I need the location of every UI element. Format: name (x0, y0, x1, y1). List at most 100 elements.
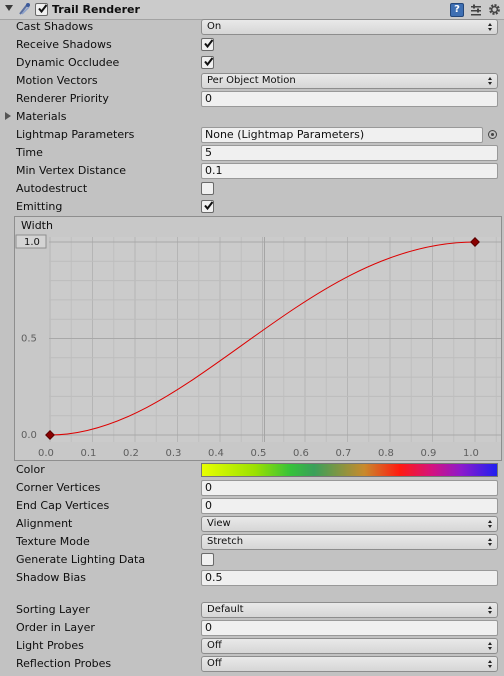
component-enabled-checkbox[interactable] (35, 3, 48, 16)
x-tick-label: 0.2 (123, 448, 139, 459)
order-in-layer-label: Order in Layer (16, 621, 95, 634)
collapse-arrow-icon[interactable] (5, 5, 13, 11)
min-vertex-distance-row: Min Vertex Distance 0.1 (0, 162, 504, 180)
autodestruct-label: Autodestruct (16, 182, 88, 195)
light-probes-value: Off (207, 640, 222, 651)
materials-label[interactable]: Materials (16, 110, 66, 123)
light-probes-label: Light Probes (16, 639, 84, 652)
dropdown-arrow-icon (488, 520, 493, 528)
end-cap-vertices-label: End Cap Vertices (16, 499, 110, 512)
light-probes-dropdown[interactable]: Off (201, 638, 498, 654)
x-tick-label: 0.4 (208, 448, 224, 459)
texture-mode-label: Texture Mode (16, 535, 90, 548)
order-in-layer-field[interactable]: 0 (201, 620, 498, 636)
checkmark-icon (204, 57, 214, 67)
x-tick-label: 0.9 (421, 448, 437, 459)
receive-shadows-label: Receive Shadows (16, 38, 112, 51)
dropdown-arrow-icon (488, 642, 493, 650)
alignment-row: Alignment View (0, 515, 504, 533)
component-header: Trail Renderer ? (0, 0, 504, 20)
lightmap-parameters-row: Lightmap Parameters None (Lightmap Param… (0, 126, 504, 144)
generate-lighting-data-label: Generate Lighting Data (16, 553, 146, 566)
width-curve-chart[interactable]: 0.0 0.5 1.0 0.0 0.1 0.2 0.3 0.4 0.5 0.6 0.7 0.8 0.9 1… (15, 217, 501, 460)
sorting-layer-dropdown[interactable]: Default (201, 602, 498, 618)
generate-lighting-data-checkbox[interactable] (201, 553, 214, 566)
sorting-layer-row: Sorting Layer Default (0, 601, 504, 619)
foldout-arrow-icon[interactable] (5, 112, 11, 120)
min-vertex-distance-field[interactable]: 0.1 (201, 163, 498, 179)
x-tick-label: 0.1 (81, 448, 97, 459)
y-tick-label: 0.0 (21, 430, 37, 441)
motion-vectors-dropdown[interactable]: Per Object Motion (201, 73, 498, 89)
x-tick-label: 0.7 (336, 448, 352, 459)
corner-vertices-label: Corner Vertices (16, 481, 101, 494)
emitting-label: Emitting (16, 200, 63, 213)
checkmark-icon (204, 39, 214, 49)
texture-mode-row: Texture Mode Stretch (0, 533, 504, 551)
alignment-dropdown[interactable]: View (201, 516, 498, 532)
reflection-probes-row: Reflection Probes Off (0, 655, 504, 673)
min-vertex-distance-label: Min Vertex Distance (16, 164, 126, 177)
x-tick-label: 0.0 (38, 448, 54, 459)
dropdown-arrow-icon (488, 23, 493, 31)
texture-mode-value: Stretch (207, 536, 244, 547)
cast-shadows-dropdown[interactable]: On (201, 19, 498, 35)
motion-vectors-row: Motion Vectors Per Object Motion (0, 72, 504, 90)
plot-area (49, 237, 501, 442)
color-row: Color (0, 461, 504, 479)
renderer-priority-field[interactable]: 0 (201, 91, 498, 107)
generate-lighting-data-row: Generate Lighting Data (0, 551, 504, 569)
lightmap-parameters-field[interactable]: None (Lightmap Parameters) (201, 127, 483, 143)
autodestruct-row: Autodestruct (0, 180, 504, 198)
cast-shadows-label: Cast Shadows (16, 20, 94, 33)
dropdown-arrow-icon (488, 660, 493, 668)
emitting-row: Emitting (0, 198, 504, 216)
cast-shadows-row: Cast Shadows On (0, 18, 504, 36)
reflection-probes-dropdown[interactable]: Off (201, 656, 498, 672)
sorting-layer-label: Sorting Layer (16, 603, 90, 616)
width-curve-editor[interactable]: Width 0.0 0.5 1.0 0.0 0.1 0.2 0.3 0.4 0.5 0.6 0.7 0… (14, 216, 502, 461)
lightmap-parameters-label: Lightmap Parameters (16, 128, 135, 141)
reflection-probes-label: Reflection Probes (16, 657, 112, 670)
color-label: Color (16, 463, 45, 476)
autodestruct-checkbox[interactable] (201, 182, 214, 195)
x-tick-label: 1.0 (463, 448, 479, 459)
trail-renderer-icon (19, 3, 30, 15)
receive-shadows-row: Receive Shadows (0, 36, 504, 54)
light-probes-row: Light Probes Off (0, 637, 504, 655)
dropdown-arrow-icon (488, 606, 493, 614)
shadow-bias-label: Shadow Bias (16, 571, 86, 584)
sorting-layer-value: Default (207, 604, 244, 615)
help-icon[interactable]: ? (450, 3, 464, 17)
corner-vertices-field[interactable]: 0 (201, 480, 498, 496)
alignment-label: Alignment (16, 517, 73, 530)
x-tick-label: 0.8 (378, 448, 394, 459)
y-tick-label: 0.5 (21, 334, 37, 345)
end-cap-vertices-field[interactable]: 0 (201, 498, 498, 514)
dynamic-occludee-label: Dynamic Occludee (16, 56, 120, 69)
materials-row[interactable]: Materials (0, 108, 504, 126)
renderer-priority-row: Renderer Priority 0 (0, 90, 504, 108)
reflection-probes-value: Off (207, 658, 222, 669)
texture-mode-dropdown[interactable]: Stretch (201, 534, 498, 550)
shadow-bias-field[interactable]: 0.5 (201, 570, 498, 586)
object-picker-icon[interactable] (488, 130, 497, 139)
gear-icon[interactable] (487, 2, 502, 17)
x-tick-label: 0.6 (293, 448, 309, 459)
dynamic-occludee-checkbox[interactable] (201, 56, 214, 69)
time-field[interactable]: 5 (201, 145, 498, 161)
preset-icon[interactable] (469, 3, 483, 17)
shadow-bias-row: Shadow Bias 0.5 (0, 569, 504, 587)
renderer-priority-label: Renderer Priority (16, 92, 109, 105)
dynamic-occludee-row: Dynamic Occludee (0, 54, 504, 72)
order-in-layer-row: Order in Layer 0 (0, 619, 504, 637)
color-gradient-field[interactable] (201, 463, 498, 477)
x-tick-label: 0.3 (166, 448, 182, 459)
dropdown-arrow-icon (488, 538, 493, 546)
time-label: Time (16, 146, 43, 159)
emitting-checkbox[interactable] (201, 200, 214, 213)
motion-vectors-value: Per Object Motion (207, 75, 296, 86)
motion-vectors-label: Motion Vectors (16, 74, 98, 87)
receive-shadows-checkbox[interactable] (201, 38, 214, 51)
checkmark-icon (204, 201, 214, 211)
